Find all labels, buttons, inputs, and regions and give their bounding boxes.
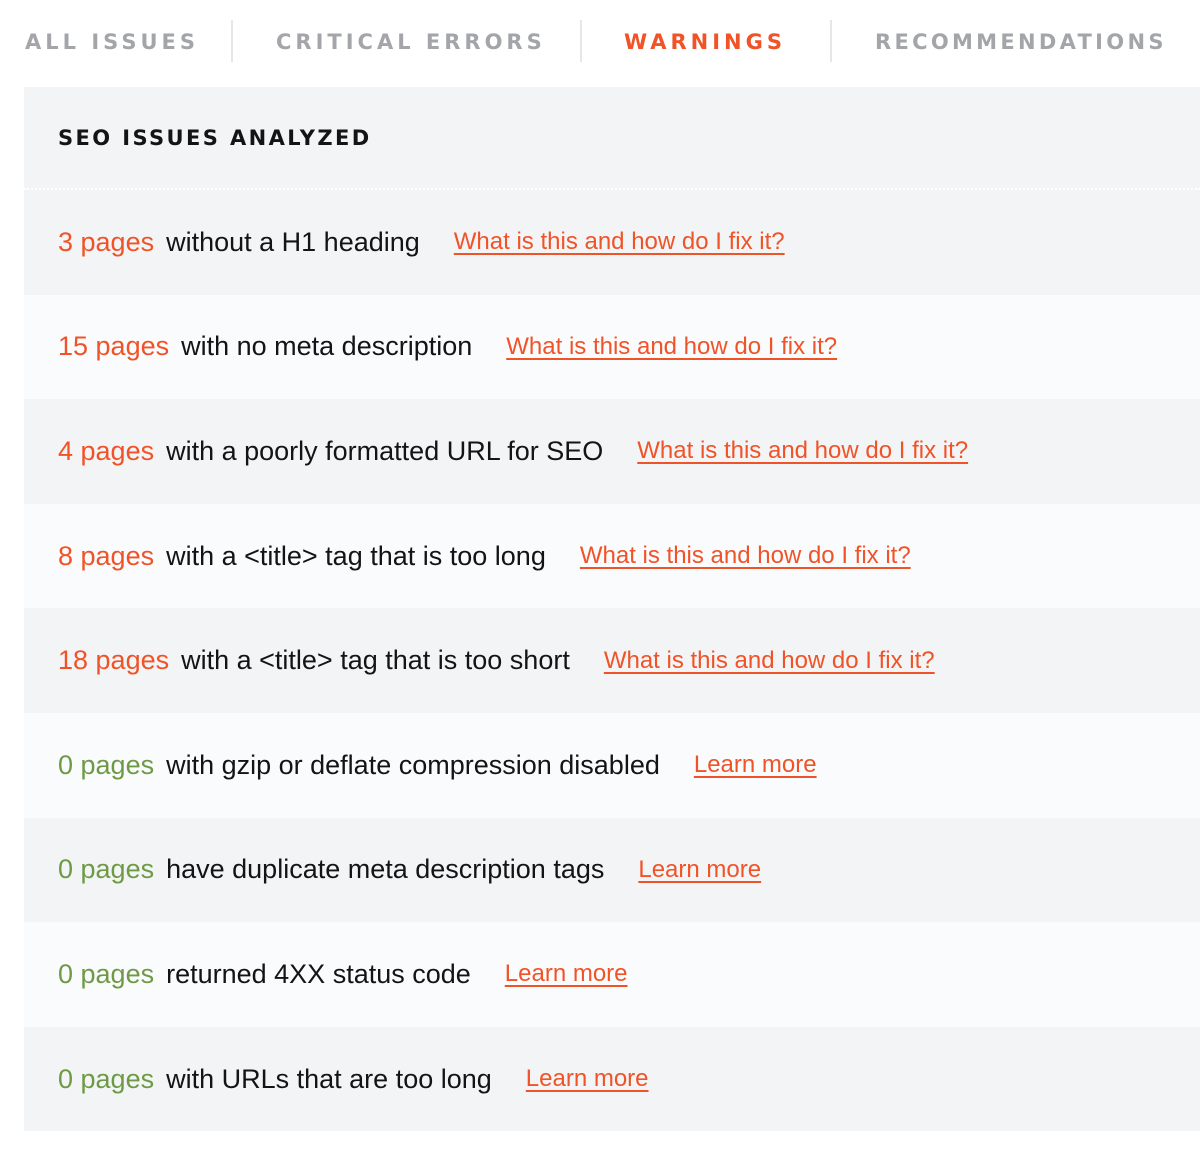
- issue-count: 0 pages: [58, 749, 155, 780]
- issue-description: with no meta description: [181, 331, 473, 362]
- panel-title: SEO ISSUES ANALYZED: [58, 125, 372, 150]
- issue-row: 18 pages with a <title> tag that is too s…: [24, 608, 1200, 713]
- issue-count: 4 pages: [58, 435, 155, 466]
- issue-description: with a <title> tag that is too short: [181, 645, 570, 676]
- issue-row: 4 pages with a poorly formatted URL for S…: [24, 399, 1200, 504]
- how-to-fix-link[interactable]: What is this and how do I fix it?: [580, 542, 911, 570]
- how-to-fix-link[interactable]: What is this and how do I fix it?: [604, 647, 935, 675]
- tab-divider: [830, 20, 832, 62]
- tab-recommendations[interactable]: RECOMMENDATIONS: [875, 27, 1167, 57]
- issue-description: with a poorly formatted URL for SEO: [166, 435, 604, 466]
- seo-issues-panel: SEO ISSUES ANALYZED 3 pages without a H1 …: [24, 87, 1200, 1132]
- tab-warnings[interactable]: WARNINGS: [624, 27, 786, 57]
- how-to-fix-link[interactable]: What is this and how do I fix it?: [454, 228, 785, 256]
- issue-tabs: ALL ISSUES CRITICAL ERRORS WARNINGS RECO…: [0, 0, 1200, 86]
- issue-description: without a H1 heading: [166, 226, 420, 257]
- panel-header: SEO ISSUES ANALYZED: [24, 87, 1200, 190]
- learn-more-link[interactable]: Learn more: [505, 960, 628, 988]
- tab-all-issues[interactable]: ALL ISSUES: [25, 27, 199, 57]
- tab-critical-errors[interactable]: CRITICAL ERRORS: [276, 27, 546, 57]
- issue-row: 0 pages with gzip or deflate compression …: [24, 712, 1200, 818]
- learn-more-link[interactable]: Learn more: [526, 1065, 649, 1093]
- issue-count: 15 pages: [58, 331, 170, 362]
- issue-row: 8 pages with a <title> tag that is too lo…: [24, 503, 1200, 609]
- learn-more-link[interactable]: Learn more: [638, 856, 761, 884]
- issue-count: 0 pages: [58, 1063, 155, 1094]
- how-to-fix-link[interactable]: What is this and how do I fix it?: [637, 437, 968, 465]
- issue-row: 3 pages without a H1 heading What is this …: [24, 190, 1200, 295]
- issue-description: with a <title> tag that is too long: [166, 540, 546, 571]
- issue-count: 0 pages: [58, 854, 155, 885]
- how-to-fix-link[interactable]: What is this and how do I fix it?: [506, 333, 837, 361]
- issue-row: 0 pages have duplicate meta description t…: [24, 817, 1200, 923]
- issue-row: 15 pages with no meta description What is …: [24, 294, 1200, 400]
- learn-more-link[interactable]: Learn more: [694, 751, 817, 779]
- issue-count: 0 pages: [58, 958, 155, 989]
- issue-description: returned 4XX status code: [166, 958, 471, 989]
- issue-description: have duplicate meta description tags: [166, 854, 605, 885]
- issue-list: 3 pages without a H1 heading What is this …: [24, 190, 1200, 1132]
- issue-row: 0 pages returned 4XX status code Learn mor…: [24, 922, 1200, 1027]
- issue-description: with gzip or deflate compression disable…: [166, 749, 660, 780]
- issue-description: with URLs that are too long: [166, 1063, 492, 1094]
- issue-row: 0 pages with URLs that are too long Learn …: [24, 1026, 1200, 1132]
- issue-count: 8 pages: [58, 540, 155, 571]
- issue-count: 3 pages: [58, 226, 155, 257]
- issue-count: 18 pages: [58, 645, 170, 676]
- tab-divider: [580, 20, 582, 62]
- tab-divider: [231, 20, 233, 62]
